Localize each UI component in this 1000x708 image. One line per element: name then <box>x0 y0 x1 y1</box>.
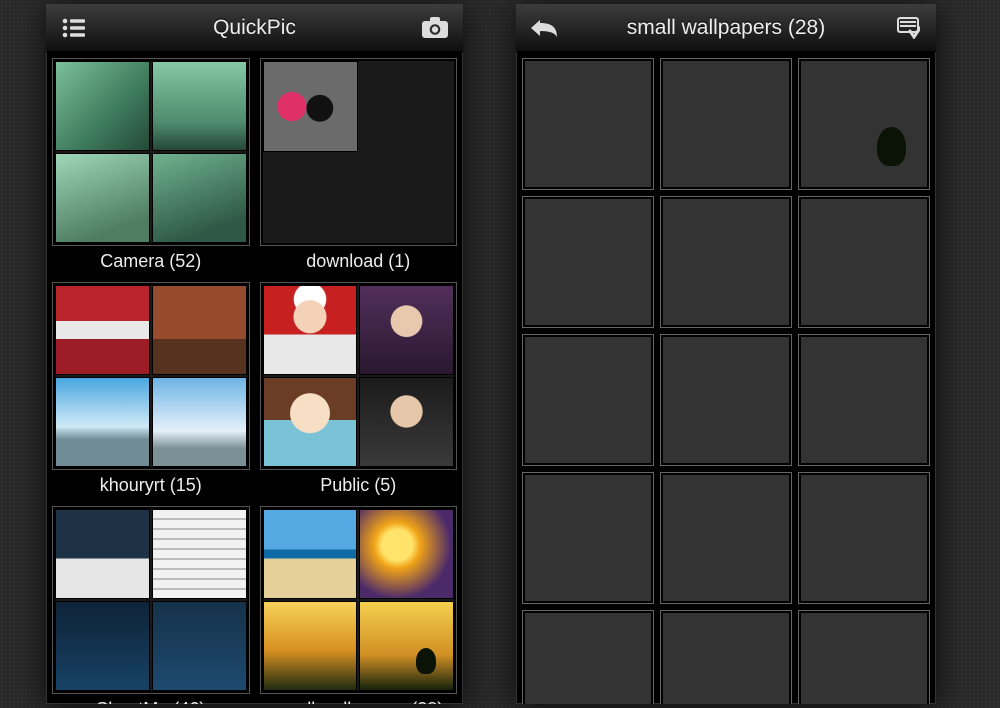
folders-screen: QuickPic Camera (52) <box>46 4 463 704</box>
app-title: QuickPic <box>100 16 409 40</box>
menu-icon[interactable] <box>52 8 96 48</box>
folder-thumb <box>52 58 250 246</box>
grid-title: small wallpapers (28) <box>570 16 882 40</box>
image-thumb[interactable] <box>522 196 654 328</box>
image-thumb[interactable] <box>798 610 930 704</box>
image-thumb[interactable] <box>522 610 654 704</box>
folder-download[interactable]: download (1) <box>260 58 458 274</box>
folders-content: Camera (52) download (1) khouryrt (15) <box>46 52 463 704</box>
folder-label: ShootMe (46) <box>52 694 250 704</box>
folder-thumb <box>260 282 458 470</box>
image-thumb[interactable] <box>660 58 792 190</box>
folder-label: khouryrt (15) <box>52 470 250 498</box>
folder-camera[interactable]: Camera (52) <box>52 58 250 274</box>
camera-icon[interactable] <box>413 8 457 48</box>
image-thumb[interactable] <box>798 334 930 466</box>
folder-thumb <box>52 506 250 694</box>
folders-grid: Camera (52) download (1) khouryrt (15) <box>52 58 457 704</box>
image-thumb[interactable] <box>660 334 792 466</box>
image-thumb[interactable] <box>522 472 654 604</box>
image-grid <box>522 58 930 704</box>
folder-shootme[interactable]: ShootMe (46) <box>52 506 250 704</box>
folder-thumb <box>260 58 458 246</box>
folder-thumb <box>260 506 458 694</box>
folder-label: download (1) <box>260 246 458 274</box>
folder-label: small wallpapers (28) <box>260 694 458 704</box>
image-thumb[interactable] <box>660 610 792 704</box>
grid-screen: small wallpapers (28) <box>516 4 936 704</box>
image-thumb[interactable] <box>522 334 654 466</box>
grid-content <box>516 52 936 704</box>
image-thumb[interactable] <box>798 472 930 604</box>
folder-thumb <box>52 282 250 470</box>
topbar-grid: small wallpapers (28) <box>516 4 936 52</box>
image-thumb[interactable] <box>660 472 792 604</box>
select-icon[interactable] <box>886 8 930 48</box>
image-thumb[interactable] <box>522 58 654 190</box>
back-icon[interactable] <box>522 8 566 48</box>
folder-label: Camera (52) <box>52 246 250 274</box>
folder-public[interactable]: Public (5) <box>260 282 458 498</box>
folder-small-wallpapers[interactable]: small wallpapers (28) <box>260 506 458 704</box>
folder-label: Public (5) <box>260 470 458 498</box>
image-thumb[interactable] <box>660 196 792 328</box>
folder-khouryrt[interactable]: khouryrt (15) <box>52 282 250 498</box>
image-thumb[interactable] <box>798 196 930 328</box>
topbar-folders: QuickPic <box>46 4 463 52</box>
image-thumb[interactable] <box>798 58 930 190</box>
